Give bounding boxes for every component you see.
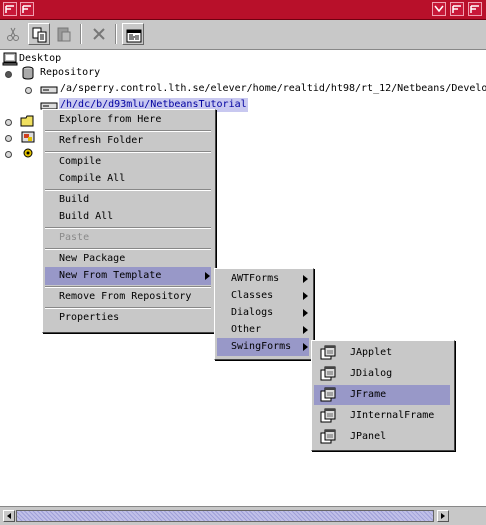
menu-item-compile[interactable]: Compile: [45, 153, 211, 171]
menu-item-jframe[interactable]: JFrame: [314, 385, 450, 405]
submenu-arrow-icon: [303, 309, 308, 317]
menu-item-properties[interactable]: Properties: [45, 309, 211, 327]
horizontal-scrollbar[interactable]: [0, 506, 486, 525]
menu-item-label: JFrame: [350, 389, 387, 400]
menu-item-japplet[interactable]: JApplet: [314, 343, 450, 363]
toolbar-separator-2: [115, 24, 117, 44]
swingforms-submenu: JApplet JDialog JFrame JInternalFrame JP…: [311, 340, 455, 451]
menu-item-build[interactable]: Build: [45, 191, 211, 209]
clipboard-icon: [57, 27, 71, 42]
tree-expand-handle[interactable]: [5, 119, 12, 126]
menu-item-compile-all[interactable]: Compile All: [45, 170, 211, 188]
menu-item-label: Other: [231, 324, 262, 335]
delete-button[interactable]: [88, 23, 110, 45]
menu-item-label: New From Template: [59, 270, 162, 281]
menu-item-label: Classes: [231, 290, 274, 301]
submenu-arrow-icon: [303, 343, 308, 351]
toolbar: [0, 20, 486, 50]
folder-icon[interactable]: [20, 114, 36, 128]
menu-item-dialogs[interactable]: Dialogs: [217, 304, 309, 322]
menu-item-label: AWTForms: [231, 273, 280, 284]
tree-label-desktop: Desktop: [19, 53, 62, 64]
scroll-right-icon[interactable]: [437, 510, 449, 522]
window-menu-icon-2[interactable]: [20, 2, 34, 16]
form-icon: [320, 429, 336, 444]
delete-icon: [93, 28, 105, 40]
paste-button[interactable]: [53, 23, 75, 45]
submenu-arrow-icon: [303, 275, 308, 283]
tree-label-mount-1: /a/sperry.control.lth.se/elever/home/rea…: [60, 83, 486, 94]
menu-item-explore[interactable]: Explore from Here: [45, 111, 211, 129]
scrollbar-thumb[interactable]: [16, 510, 434, 522]
submenu-arrow-icon: [205, 272, 210, 280]
menu-item-jpanel[interactable]: JPanel: [314, 427, 450, 447]
form-icon: [320, 387, 336, 402]
menu-item-new-package[interactable]: New Package: [45, 250, 211, 268]
properties-icon: [126, 29, 142, 43]
form-icon: [320, 366, 336, 381]
scissors-icon: [7, 27, 19, 41]
copy-button[interactable]: [28, 23, 50, 45]
context-menu: Explore from Here Refresh Folder Compile…: [42, 109, 216, 333]
menu-item-label: JInternalFrame: [350, 410, 435, 421]
desktop-icon: [2, 52, 18, 66]
tree-node-repository[interactable]: Repository: [20, 66, 140, 80]
form-icon: [320, 408, 336, 423]
submenu-arrow-icon: [303, 326, 308, 334]
tree-node-mount-1[interactable]: /a/sperry.control.lth.se/elever/home/rea…: [40, 82, 486, 96]
drive-icon: [40, 86, 58, 94]
menu-item-new-from-template[interactable]: New From Template: [45, 267, 211, 285]
menu-item-awtforms[interactable]: AWTForms: [217, 270, 309, 288]
menu-item-swingforms[interactable]: SwingForms: [217, 338, 309, 356]
menu-item-other[interactable]: Other: [217, 321, 309, 339]
tree-expand-handle[interactable]: [5, 151, 12, 158]
scroll-left-icon[interactable]: [3, 510, 15, 522]
tree-node-desktop[interactable]: Desktop: [2, 52, 122, 66]
tree-expand-handle[interactable]: [25, 87, 32, 94]
close-icon[interactable]: [468, 2, 482, 16]
properties-button[interactable]: [122, 23, 144, 45]
project-icon[interactable]: [20, 130, 36, 144]
menu-item-refresh-folder[interactable]: Refresh Folder: [45, 132, 211, 150]
menu-item-label: SwingForms: [231, 341, 292, 352]
menu-item-label: JDialog: [350, 368, 393, 379]
menu-item-label: JApplet: [350, 347, 393, 358]
repository-icon: [22, 66, 34, 80]
toolbar-separator: [80, 24, 82, 44]
maximize-icon[interactable]: [450, 2, 464, 16]
submenu-arrow-icon: [303, 292, 308, 300]
menu-item-jdialog[interactable]: JDialog: [314, 364, 450, 384]
tree-label-repository: Repository: [40, 67, 101, 78]
menu-item-build-all[interactable]: Build All: [45, 208, 211, 226]
minimize-icon[interactable]: [432, 2, 446, 16]
tree-expand-handle[interactable]: [5, 135, 12, 142]
cut-button[interactable]: [2, 23, 24, 45]
menu-item-remove-from-repository[interactable]: Remove From Repository: [45, 288, 211, 306]
settings-icon[interactable]: [20, 146, 36, 160]
copy-icon: [32, 27, 47, 43]
menu-item-jinternalframe[interactable]: JInternalFrame: [314, 406, 450, 426]
menu-item-classes[interactable]: Classes: [217, 287, 309, 305]
title-bar: [0, 0, 486, 20]
menu-item-label: Dialogs: [231, 307, 274, 318]
menu-item-label: JPanel: [350, 431, 387, 442]
form-icon: [320, 345, 336, 360]
menu-item-paste: Paste: [59, 232, 90, 243]
window-menu-icon[interactable]: [3, 2, 17, 16]
template-submenu: AWTForms Classes Dialogs Other SwingForm…: [214, 268, 314, 360]
tree-expand-handle[interactable]: [5, 71, 12, 78]
